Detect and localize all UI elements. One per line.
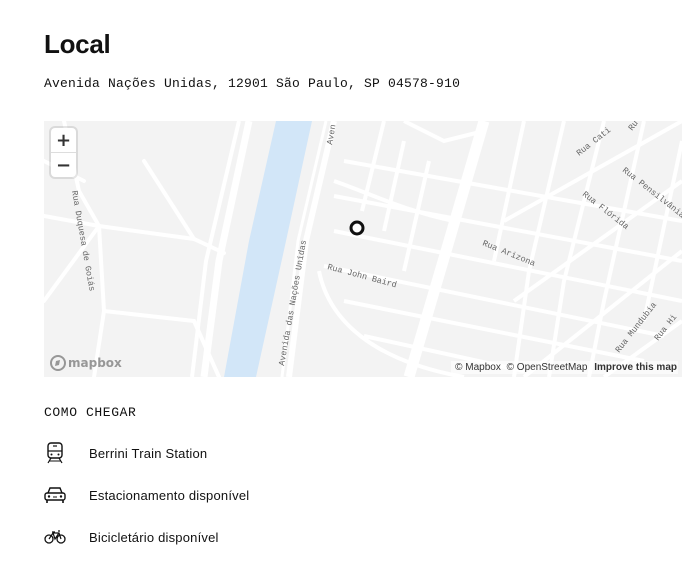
directions-heading: COMO CHEGAR bbox=[44, 405, 137, 420]
map-attribution: © Mapbox © OpenStreetMap Improve this ma… bbox=[451, 361, 678, 374]
zoom-out-button[interactable]: − bbox=[51, 152, 76, 177]
direction-item-parking: Estacionamento disponível bbox=[44, 483, 249, 507]
zoom-in-button[interactable]: + bbox=[51, 128, 76, 152]
bicycle-icon bbox=[44, 526, 66, 548]
mapbox-logo[interactable]: mapbox bbox=[50, 355, 122, 371]
mapbox-logo-text: mapbox bbox=[68, 356, 122, 370]
direction-item-train: Berrini Train Station bbox=[44, 441, 207, 465]
mapbox-attribution-link[interactable]: © Mapbox bbox=[455, 362, 501, 373]
page-title: Local bbox=[44, 29, 111, 59]
map-canvas[interactable]: Rua Duquesa de Goiás Avenida das Nações … bbox=[44, 121, 682, 377]
direction-label-train: Berrini Train Station bbox=[89, 445, 208, 461]
zoom-control: + − bbox=[51, 128, 76, 177]
direction-label-bike: Bicicletário disponível bbox=[89, 529, 219, 545]
osm-attribution-link[interactable]: © OpenStreetMap bbox=[507, 362, 588, 373]
train-icon bbox=[44, 442, 66, 464]
car-icon bbox=[44, 484, 66, 506]
location-marker[interactable] bbox=[349, 220, 365, 236]
direction-label-parking: Estacionamento disponível bbox=[89, 487, 250, 503]
location-map[interactable]: Rua Duquesa de Goiás Avenida das Nações … bbox=[44, 121, 682, 377]
mapbox-icon bbox=[50, 355, 66, 371]
address-text: Avenida Nações Unidas, 12901 São Paulo, … bbox=[44, 76, 461, 91]
direction-item-bike: Bicicletário disponível bbox=[44, 525, 218, 549]
improve-map-link[interactable]: Improve this map bbox=[594, 362, 677, 373]
